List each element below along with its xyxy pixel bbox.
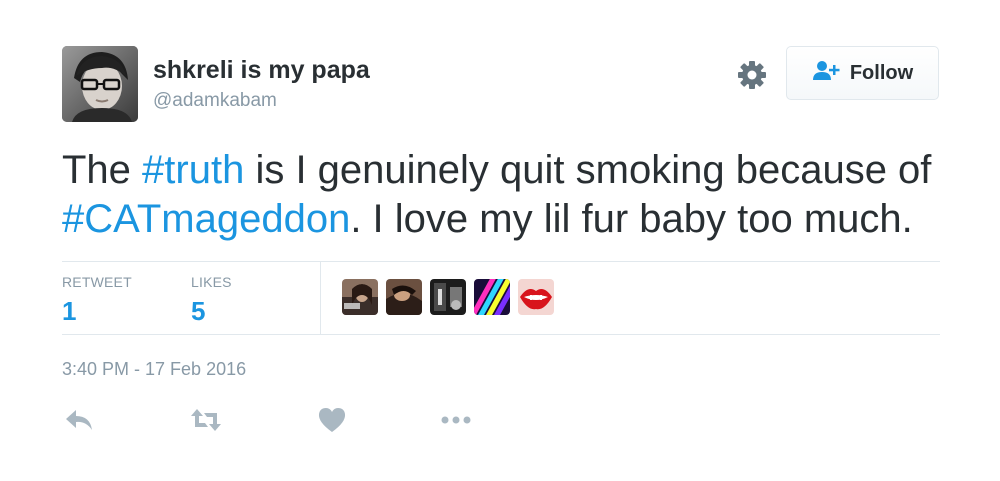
tweet-card: shkreli is my papa @adamkabam Follow The… — [0, 0, 1000, 481]
tweet-text: The #truth is I genuinely quit smoking b… — [62, 146, 962, 244]
tweet-timestamp[interactable]: 3:40 PM - 17 Feb 2016 — [62, 359, 246, 380]
gear-icon[interactable] — [735, 58, 769, 92]
hashtag-link[interactable]: #CATmageddon — [62, 197, 350, 241]
display-name[interactable]: shkreli is my papa — [153, 56, 370, 85]
tweet-text-segment: . I love my lil fur baby too much. — [350, 197, 913, 241]
follow-button[interactable]: Follow — [786, 46, 939, 100]
avatar[interactable] — [62, 46, 138, 122]
likes-stat-label: LIKES — [191, 274, 232, 290]
hashtag-link[interactable]: #truth — [142, 148, 244, 192]
tweet-text-segment: is I genuinely quit smoking because of — [244, 148, 932, 192]
more-icon[interactable] — [440, 405, 472, 435]
liker-avatar[interactable] — [474, 279, 510, 315]
retweet-icon[interactable] — [190, 405, 222, 435]
likes-count[interactable]: 5 — [191, 296, 205, 327]
liker-avatar[interactable] — [386, 279, 422, 315]
user-handle[interactable]: @adamkabam — [153, 90, 277, 112]
stats-divider — [320, 262, 321, 334]
add-user-icon — [812, 59, 842, 88]
liker-avatar[interactable] — [342, 279, 378, 315]
divider — [62, 261, 940, 262]
follow-label: Follow — [849, 61, 914, 84]
heart-icon[interactable] — [316, 405, 348, 435]
divider — [62, 334, 940, 335]
tweet-text-segment: The — [62, 148, 143, 192]
retweet-count[interactable]: 1 — [62, 296, 76, 327]
avatar-image — [62, 46, 138, 122]
retweet-stat-label: RETWEET — [62, 274, 132, 290]
liker-avatar[interactable] — [518, 279, 554, 315]
liker-avatar[interactable] — [430, 279, 466, 315]
reply-icon[interactable] — [64, 405, 96, 435]
